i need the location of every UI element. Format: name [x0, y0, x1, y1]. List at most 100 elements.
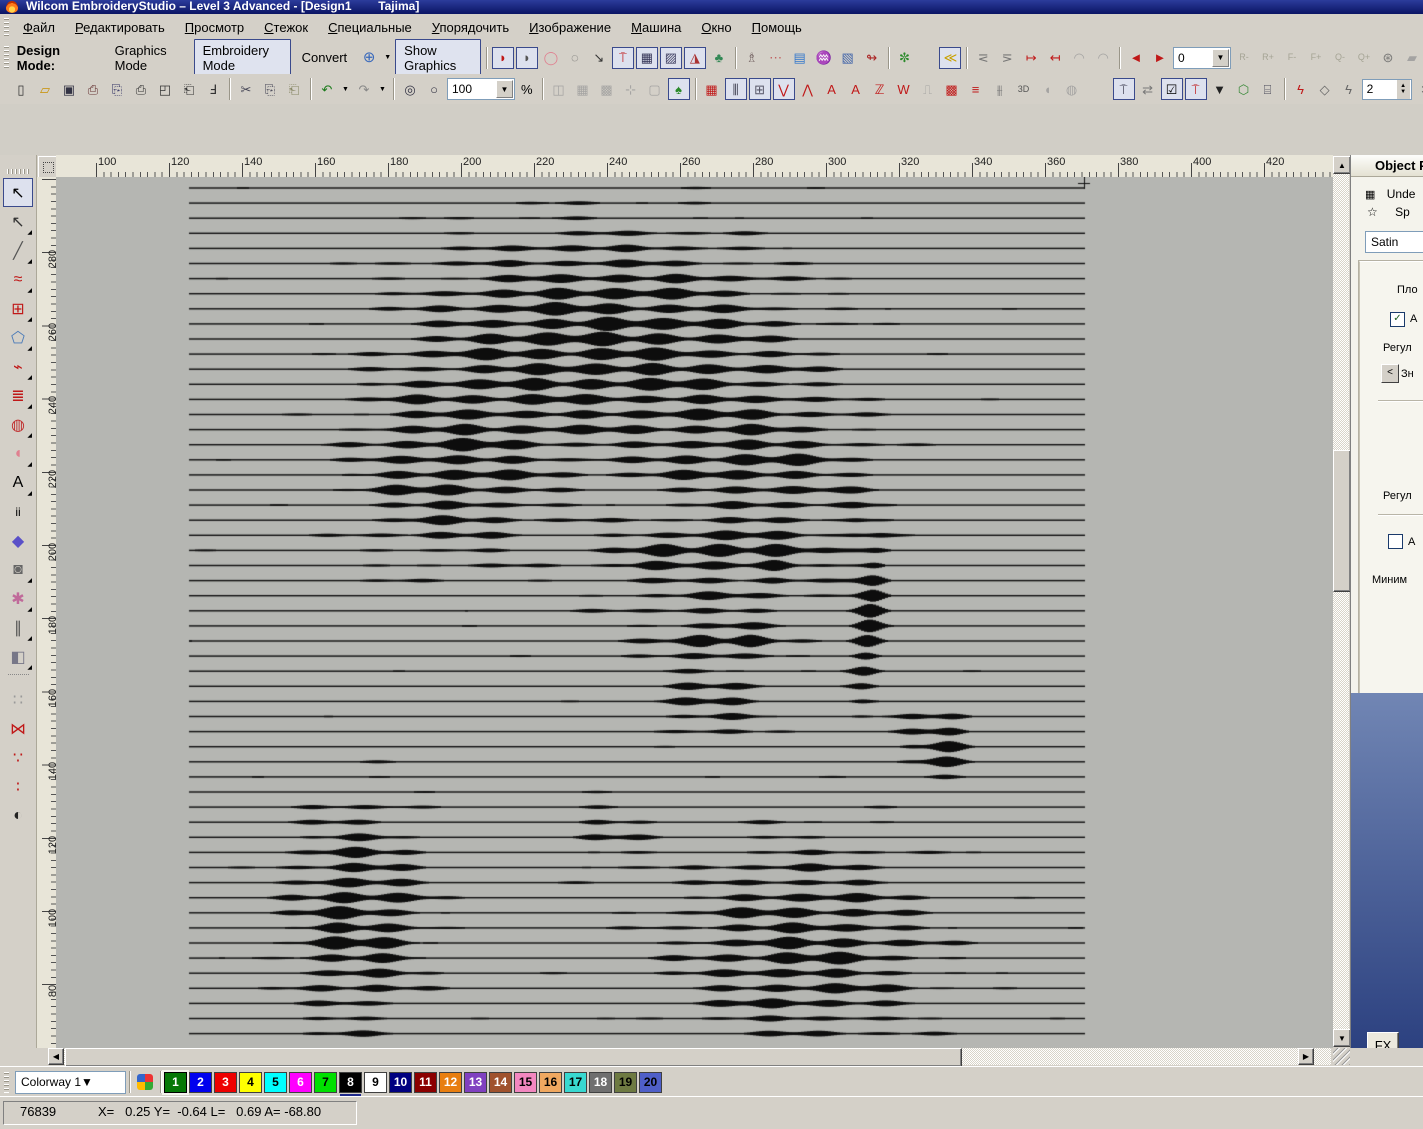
globe-icon[interactable]: ⊕	[358, 47, 380, 69]
mirror-right-icon[interactable]: ►	[1149, 47, 1171, 69]
mirror-left-icon[interactable]: ◄	[1125, 47, 1147, 69]
toolbar-grip[interactable]	[4, 1072, 9, 1093]
vertical-scrollbar[interactable]: ▲ ▼	[1333, 156, 1349, 1047]
bolt-red-icon[interactable]: ϟ	[1290, 78, 1312, 100]
machine-icon[interactable]: ⌸	[1257, 78, 1279, 100]
menu-4[interactable]: Стежок	[254, 16, 318, 39]
scroll-up-button[interactable]: ▲	[1333, 156, 1351, 174]
parallel-tool[interactable]: ∥	[3, 613, 33, 642]
menu-8[interactable]: Машина	[621, 16, 691, 39]
digitize-person-icon[interactable]: ◮	[684, 47, 706, 69]
table-grid-icon[interactable]: ▦	[636, 47, 658, 69]
capsule-tool[interactable]: ◐	[3, 801, 33, 830]
fx-button[interactable]: FX	[1367, 1032, 1399, 1048]
menu-3[interactable]: Просмотр	[175, 16, 254, 39]
toolbar-grip[interactable]	[4, 46, 9, 69]
open-icon[interactable]: ▱	[34, 78, 56, 100]
auto-checkbox[interactable]: ✓	[1390, 312, 1405, 327]
color-chip-19[interactable]: 19	[614, 1072, 637, 1093]
buddies-tool[interactable]: ii	[3, 497, 33, 526]
texture-icon[interactable]: ⫵	[989, 78, 1011, 100]
dot-run-tool[interactable]: ∵	[3, 743, 33, 772]
bolt-icon[interactable]: ϟ	[1338, 78, 1360, 100]
flower-icon[interactable]: ✼	[893, 47, 915, 69]
underlay-row[interactable]: ▦ Unde	[1365, 187, 1415, 201]
globe-dropdown[interactable]: ▼	[382, 47, 393, 69]
pattern-icon[interactable]: ▩	[941, 78, 963, 100]
connectors-2-icon[interactable]: ⋀	[797, 78, 819, 100]
color-chip-2[interactable]: 2	[189, 1072, 212, 1093]
zoom-level-select[interactable]: 100▼	[447, 78, 515, 100]
color-chip-13[interactable]: 13	[464, 1072, 487, 1093]
ruler-origin-button[interactable]	[38, 156, 58, 178]
monogram-tool[interactable]: ◆	[3, 526, 33, 555]
travel-icon[interactable]: ⇄	[1137, 78, 1159, 100]
color-chip-9[interactable]: 9	[364, 1072, 387, 1093]
export-icon[interactable]: ⎗	[178, 78, 200, 100]
needle-points-icon[interactable]: ⊞	[749, 78, 771, 100]
resize-grip[interactable]	[1333, 1048, 1350, 1065]
split-tool[interactable]: ◧	[3, 642, 33, 671]
satin-fill-icon[interactable]: ◗	[492, 47, 514, 69]
color-chip-4[interactable]: 4	[239, 1072, 262, 1093]
offset-tool[interactable]: ◙	[3, 555, 33, 584]
color-chip-12[interactable]: 12	[439, 1072, 462, 1093]
check-box-icon[interactable]: ☑	[1161, 78, 1183, 100]
polygon-tool[interactable]: ⬠	[3, 323, 33, 352]
flowerpot-icon[interactable]: ♗	[741, 47, 763, 69]
print-icon[interactable]: ⎙	[130, 78, 152, 100]
color-chip-1[interactable]: 1	[164, 1072, 187, 1093]
new-icon[interactable]: ▯	[10, 78, 32, 100]
convert-button[interactable]: Convert	[293, 46, 357, 69]
connectors-icon[interactable]: ⋁	[773, 78, 795, 100]
height-icon[interactable]: ⇕	[1414, 78, 1423, 100]
read-machine-icon[interactable]: ⎘	[106, 78, 128, 100]
write-machine-icon[interactable]: ⎙	[82, 78, 104, 100]
color-chip-5[interactable]: 5	[264, 1072, 287, 1093]
color-chip-10[interactable]: 10	[389, 1072, 412, 1093]
triple-run-tool[interactable]: ≣	[3, 381, 33, 410]
color-chip-6[interactable]: 6	[289, 1072, 312, 1093]
copy-icon[interactable]: ⎘	[259, 78, 281, 100]
plant-icon[interactable]: ♣	[708, 47, 730, 69]
stitch-grid-icon[interactable]: ▦	[701, 78, 723, 100]
auto-checkbox-2[interactable]	[1388, 534, 1403, 549]
outline-dashed-icon[interactable]: ◌	[564, 47, 586, 69]
color-chip-14[interactable]: 14	[489, 1072, 512, 1093]
special-row[interactable]: ☆ Sp	[1367, 205, 1410, 219]
dot-line-tool[interactable]: ∶	[3, 772, 33, 801]
fish-icon[interactable]: ≪	[939, 47, 961, 69]
scroll-right-button[interactable]: ▶	[1298, 1048, 1314, 1065]
node-select-tool[interactable]: ↖	[3, 207, 33, 236]
print-preview-icon[interactable]: ◰	[154, 78, 176, 100]
color-chip-20[interactable]: 20	[639, 1072, 662, 1093]
arrow-down-icon[interactable]: ▼	[1209, 78, 1231, 100]
graphics-mode-button[interactable]: Graphics Mode	[106, 39, 192, 77]
menu-9[interactable]: Окно	[691, 16, 741, 39]
punch-icon[interactable]: Ⅎ	[202, 78, 224, 100]
color-chip-8[interactable]: 8	[339, 1072, 362, 1093]
rotate-angle-select[interactable]: 0▼	[1173, 47, 1231, 69]
toolbar-grip[interactable]	[7, 169, 29, 174]
save-icon[interactable]: ▣	[58, 78, 80, 100]
morph-2-icon[interactable]: ⋝	[996, 47, 1018, 69]
menu-5[interactable]: Специальные	[318, 16, 422, 39]
outline-a-icon[interactable]: A	[821, 78, 843, 100]
outline-a2-icon[interactable]: A	[845, 78, 867, 100]
group-circles-tool[interactable]: ∷	[3, 685, 33, 714]
cut-icon[interactable]: ✂	[235, 78, 257, 100]
color-chip-7[interactable]: 7	[314, 1072, 337, 1093]
decrease-button[interactable]: <	[1381, 364, 1399, 383]
colorway-select[interactable]: Colorway 1 ▼	[15, 1071, 126, 1094]
zoom-1to1-icon[interactable]: ◎	[399, 78, 421, 100]
florist-tool[interactable]: ✱	[3, 584, 33, 613]
polygon-node-icon[interactable]: ⬡	[1233, 78, 1255, 100]
stitch-list-icon[interactable]: ♒	[813, 47, 835, 69]
slant-icon[interactable]: ℤ	[869, 78, 891, 100]
lettering-tool[interactable]: A	[3, 468, 33, 497]
color-chip-15[interactable]: 15	[514, 1072, 537, 1093]
menu-10[interactable]: Помощь	[742, 16, 812, 39]
menu-2[interactable]: Редактировать	[65, 16, 175, 39]
color-chip-16[interactable]: 16	[539, 1072, 562, 1093]
horizontal-scroll-thumb[interactable]	[65, 1048, 962, 1067]
